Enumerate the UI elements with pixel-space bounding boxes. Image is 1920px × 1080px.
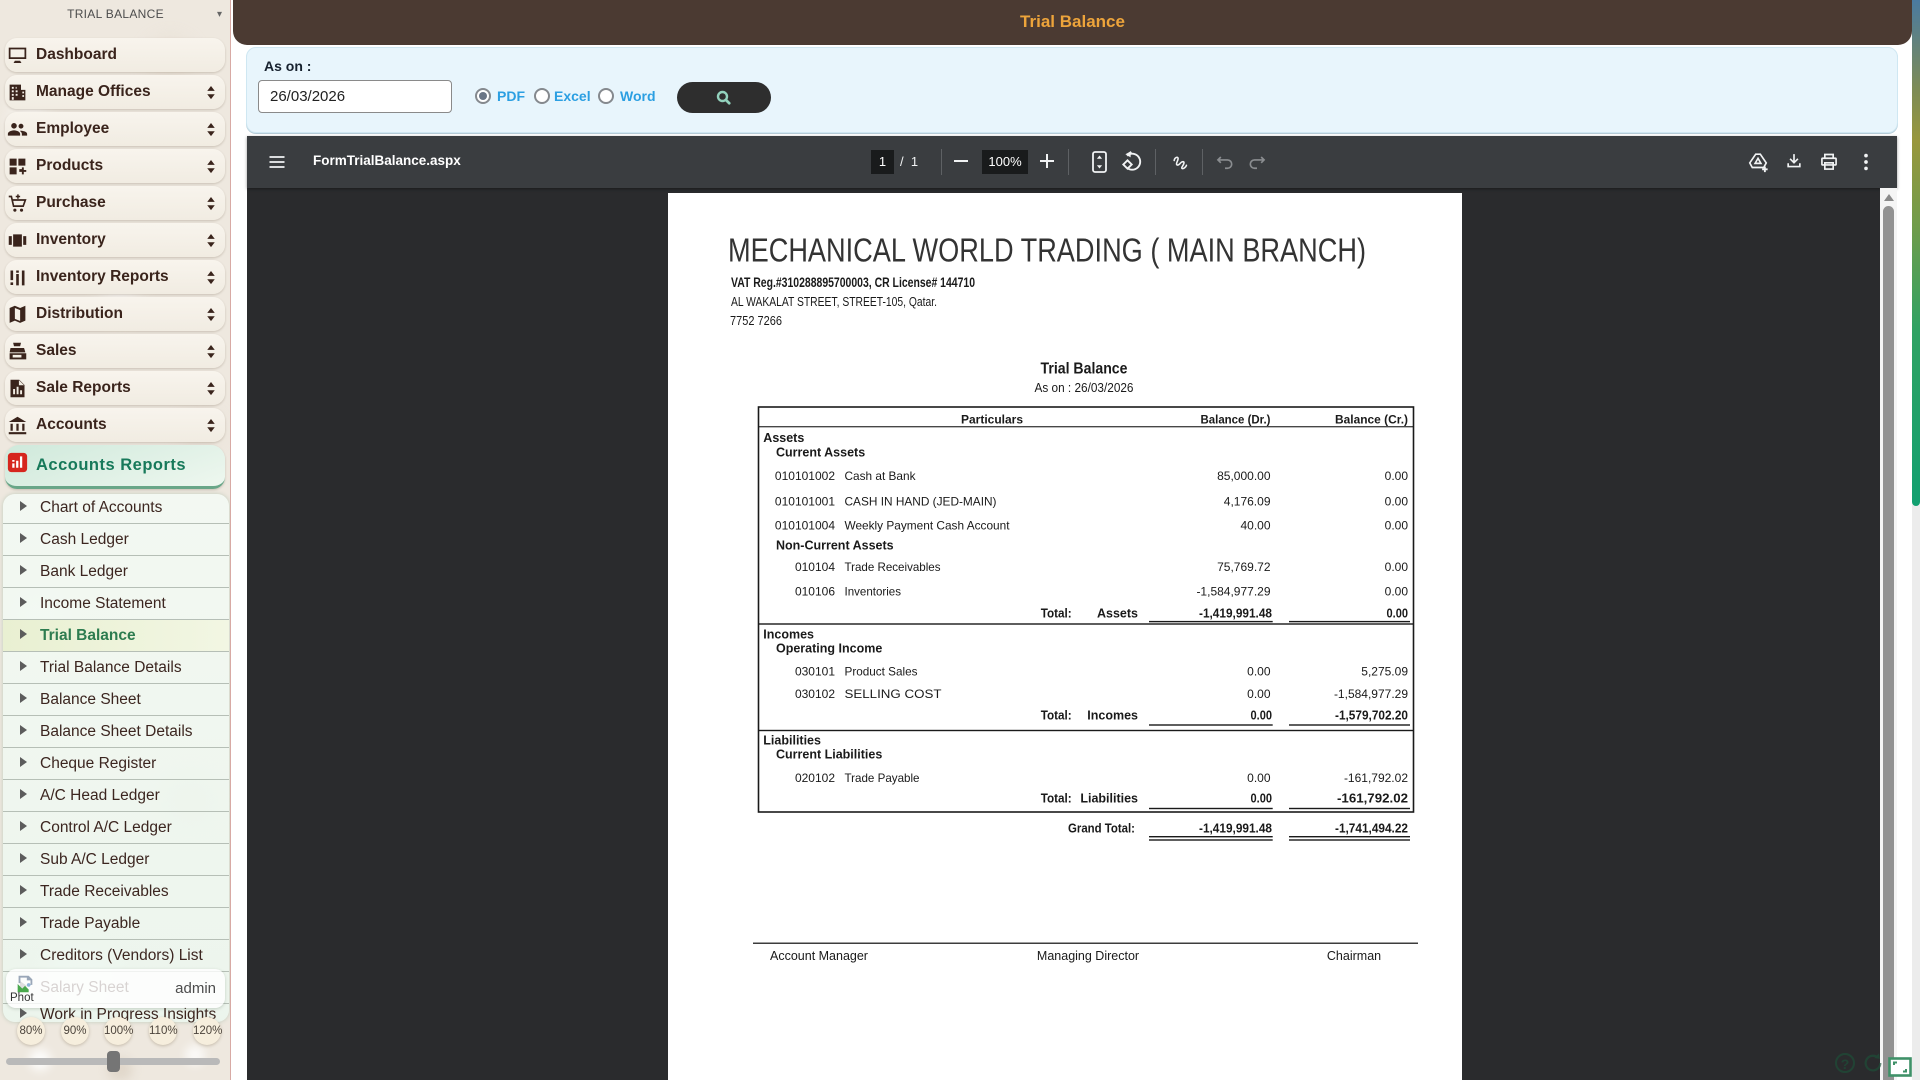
svg-text:Grand Total:: Grand Total:	[1068, 822, 1135, 836]
svg-text:010101001: 010101001	[775, 495, 835, 509]
svg-text:-1,584,977.29: -1,584,977.29	[1334, 687, 1408, 701]
svg-text:Managing Director: Managing Director	[1037, 949, 1139, 963]
svg-text:-1,419,991.48: -1,419,991.48	[1199, 822, 1272, 836]
svg-text:Assets: Assets	[1097, 607, 1138, 621]
svg-text:As on : 26/03/2026: As on : 26/03/2026	[1035, 380, 1134, 395]
svg-text:020102: 020102	[795, 771, 835, 785]
svg-text:7752 7266: 7752 7266	[730, 314, 782, 328]
svg-text:0.00: 0.00	[1247, 771, 1271, 785]
svg-text:Total:: Total:	[1041, 792, 1072, 806]
svg-text:Particulars: Particulars	[961, 415, 1023, 427]
svg-text:Current Liabilities: Current Liabilities	[776, 748, 882, 762]
svg-text:Liabilities: Liabilities	[763, 734, 821, 748]
svg-text:-1,579,702.20: -1,579,702.20	[1335, 709, 1408, 723]
svg-text:85,000.00: 85,000.00	[1217, 469, 1271, 483]
svg-text:40.00: 40.00	[1240, 519, 1270, 533]
svg-text:Balance (Dr.): Balance (Dr.)	[1201, 415, 1271, 427]
svg-text:030102: 030102	[795, 687, 835, 701]
svg-text:Assets: Assets	[763, 431, 804, 445]
svg-text:4,176.09: 4,176.09	[1224, 495, 1271, 509]
svg-text:Product Sales: Product Sales	[845, 665, 918, 679]
svg-text:0.00: 0.00	[1385, 519, 1409, 533]
svg-text:Trade Receivables: Trade Receivables	[845, 560, 941, 574]
svg-text:Current Assets: Current Assets	[776, 445, 865, 459]
svg-text:010106: 010106	[795, 585, 835, 599]
svg-text:0.00: 0.00	[1385, 560, 1409, 574]
svg-text:0.00: 0.00	[1387, 607, 1409, 621]
svg-text:0.00: 0.00	[1385, 469, 1409, 483]
svg-text:010101004: 010101004	[775, 519, 835, 533]
svg-text:0.00: 0.00	[1247, 687, 1271, 701]
svg-text:0.00: 0.00	[1385, 495, 1409, 509]
svg-text:0.00: 0.00	[1251, 792, 1273, 806]
svg-text:AL WAKALAT STREET, STREET-105,: AL WAKALAT STREET, STREET-105, Qatar.	[731, 295, 937, 309]
svg-text:Incomes: Incomes	[1087, 709, 1138, 723]
svg-text:-1,419,991.48: -1,419,991.48	[1199, 607, 1272, 621]
svg-text:Inventories: Inventories	[845, 585, 902, 599]
svg-text:Incomes: Incomes	[763, 628, 814, 642]
svg-text:010104: 010104	[795, 560, 835, 574]
svg-text:-161,792.02: -161,792.02	[1344, 771, 1408, 785]
svg-text:Cash at Bank: Cash at Bank	[845, 469, 917, 483]
svg-text:MECHANICAL WORLD TRADING ( MAI: MECHANICAL WORLD TRADING ( MAIN BRANCH)	[728, 232, 1366, 269]
svg-text:Non-Current Assets: Non-Current Assets	[776, 539, 894, 553]
svg-text:-161,792.02: -161,792.02	[1337, 792, 1408, 806]
svg-text:Trial Balance: Trial Balance	[1041, 361, 1128, 378]
svg-text:010101002: 010101002	[775, 469, 835, 483]
svg-text:5,275.09: 5,275.09	[1361, 665, 1408, 679]
svg-text:75,769.72: 75,769.72	[1217, 560, 1271, 574]
svg-text:-1,741,494.22: -1,741,494.22	[1335, 822, 1408, 836]
svg-text:Operating Income: Operating Income	[776, 641, 882, 655]
svg-text:0.00: 0.00	[1251, 709, 1273, 723]
svg-text:Balance (Cr.): Balance (Cr.)	[1335, 415, 1408, 427]
svg-text:Chairman: Chairman	[1327, 949, 1381, 963]
svg-text:Total:: Total:	[1041, 607, 1072, 621]
svg-text:0.00: 0.00	[1385, 585, 1409, 599]
svg-text:Total:: Total:	[1041, 709, 1072, 723]
svg-text:Weekly Payment Cash Account: Weekly Payment Cash Account	[845, 519, 1011, 533]
svg-text:Account Manager: Account Manager	[770, 949, 868, 963]
svg-text:SELLING COST: SELLING COST	[845, 687, 943, 701]
svg-text:Trade Payable: Trade Payable	[845, 771, 920, 785]
svg-text:Liabilities: Liabilities	[1080, 792, 1138, 806]
svg-text:-1,584,977.29: -1,584,977.29	[1196, 585, 1270, 599]
svg-text:030101: 030101	[795, 665, 835, 679]
svg-text:VAT Reg.#310288895700003, CR L: VAT Reg.#310288895700003, CR License# 14…	[731, 275, 975, 290]
svg-text:CASH IN HAND (JED-MAIN): CASH IN HAND (JED-MAIN)	[845, 495, 997, 509]
svg-text:0.00: 0.00	[1247, 665, 1271, 679]
